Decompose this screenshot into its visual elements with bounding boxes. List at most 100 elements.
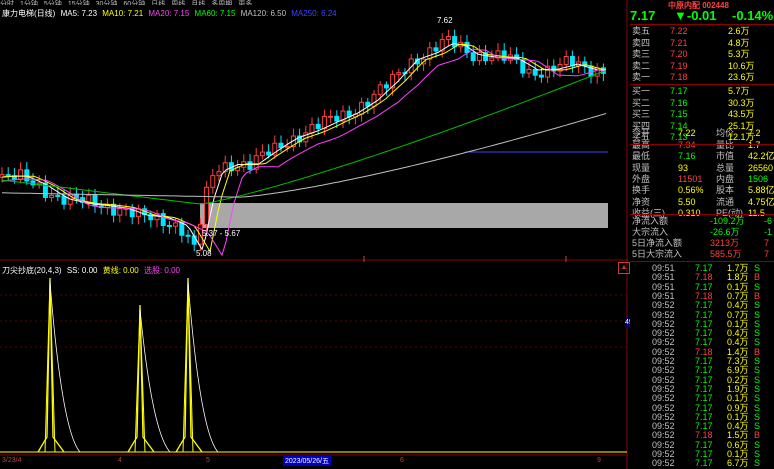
candle-body: [563, 56, 569, 65]
stat-label: 最高: [632, 140, 650, 151]
tick-volume: 6.7万: [727, 458, 749, 469]
bid-row: 买二 7.16 30.3万: [630, 98, 774, 109]
date-axis-start: 3/23/4: [2, 457, 22, 464]
ma-legend-item: MA5: 7.23: [60, 9, 98, 18]
kline-svg[interactable]: [0, 0, 628, 469]
period-tab[interactable]: 月线: [191, 1, 205, 5]
bid-volume: 43.5万: [728, 109, 755, 119]
date-axis-m6: 6: [400, 457, 404, 464]
ask-row: 卖三 7.20 5.3万: [630, 49, 774, 60]
candle-body: [210, 175, 216, 188]
period-tab[interactable]: 分时: [0, 1, 14, 5]
ask-label: 卖三: [632, 49, 651, 59]
ma-legend-item: MA120: 6.50: [238, 9, 287, 18]
stat-label: 最低: [632, 151, 651, 161]
candle-body: [216, 171, 222, 177]
price-change: ▼-0.01: [674, 8, 717, 23]
candle-body: [501, 50, 507, 61]
flow-row: 5日净流入额 3213万 7: [630, 238, 774, 249]
tick-time: 09:52: [652, 458, 675, 469]
quote-panel: 中原内配 002448 7.17 ▼-0.01 -0.14% 卖五 7.22 2.6…: [630, 0, 774, 469]
ask-volume: 5.3万: [728, 49, 750, 59]
stat-label: 均价: [716, 128, 735, 138]
ma-legend-item: MA10: 7.21: [100, 9, 144, 18]
stat-value: 5.50: [678, 196, 696, 207]
stat-label: 内盘: [716, 174, 735, 184]
divider: [630, 144, 774, 145]
stat-row: 净资 5.50 流通 4.75亿: [630, 197, 774, 208]
period-tab[interactable]: 更多: [238, 1, 252, 5]
sub-legend: 刀尖抄底(20,4,3) SS: 0.00 黄线: 0.00 选股: 0.00: [2, 265, 180, 276]
candle-body: [49, 194, 55, 198]
stat-row: 最低 7.16 市值 42.2亿: [630, 151, 774, 162]
ma-legend-item: MA20: 7.15: [146, 9, 190, 18]
divider: [630, 261, 774, 262]
bid-label: 买三: [632, 109, 651, 119]
candle-body: [18, 169, 24, 180]
stat-value: 42.2亿: [748, 151, 774, 161]
date-axis-m9: 9: [597, 457, 601, 464]
stat-label: 现量: [632, 162, 651, 173]
candle-body: [61, 195, 67, 205]
date-axis-m4: 4: [118, 457, 122, 464]
current-price: 7.17: [630, 8, 656, 23]
period-tab[interactable]: 周线: [171, 1, 185, 5]
price-zone-box: [200, 203, 608, 228]
main-legend: 康力电梯(日线) MA5: 7.23 MA10: 7.21 MA20: 7.15…: [2, 8, 337, 19]
candle-body: [445, 36, 451, 41]
candle-body: [117, 208, 123, 216]
candle-body: [179, 222, 185, 236]
candle-body: [452, 36, 458, 48]
period-tab[interactable]: 1分钟: [20, 1, 38, 5]
ask-label: 卖二: [632, 60, 651, 71]
period-tab[interactable]: 30分钟: [96, 1, 118, 5]
ask-row: 卖一 7.18 23.6万: [630, 72, 774, 83]
tick-price: 7.17: [695, 458, 713, 469]
bid-volume: 5.7万: [728, 86, 750, 96]
kline-chart-area[interactable]: 分时 1分钟 5分钟 15分钟 30分钟 60分钟 日线 周线 月线 多周期 更多 康力电梯(日线)…: [0, 0, 649, 469]
stat-label: 净资: [632, 196, 651, 207]
stat-value: 7.16: [678, 151, 696, 161]
ma120-line: [1, 113, 607, 198]
ask-volume: 10.6万: [728, 60, 755, 71]
ma-legend-item: MA60: 7.15: [192, 9, 236, 18]
period-tab[interactable]: 60分钟: [123, 1, 145, 5]
candle-body: [204, 186, 210, 225]
ask-price: 7.20: [670, 49, 688, 59]
high-price-annotation: 7.62: [437, 16, 453, 25]
period-tab[interactable]: 15分钟: [68, 1, 90, 5]
candle-body: [377, 84, 383, 95]
period-tab[interactable]: 多周期: [211, 1, 232, 5]
stat-label: 流通: [716, 196, 735, 207]
candle-body: [55, 194, 61, 197]
divider: [630, 24, 774, 25]
sub-legend-item: SS: 0.00: [66, 266, 98, 275]
stat-row: 最高 7.34 量比 1.7: [630, 140, 774, 151]
sub-legend-title: 刀尖抄底(20,4,3): [2, 266, 62, 275]
ask-label: 卖五: [632, 26, 651, 36]
ask-price: 7.22: [670, 26, 688, 36]
period-tab[interactable]: 5分钟: [44, 1, 62, 5]
candle-body: [489, 57, 495, 62]
period-tab[interactable]: 日线: [151, 1, 165, 5]
candle-body: [321, 115, 327, 129]
stat-row: 现量 93 总量 26560: [630, 163, 774, 174]
flow-row: 净流入额 -109.2万 -6: [630, 216, 774, 227]
stat-value: 7.34: [678, 140, 696, 151]
bid-volume: 30.3万: [728, 97, 755, 108]
sub-legend-items: SS: 0.00 黄线: 0.00 选股: 0.00: [64, 266, 180, 275]
ask-label: 卖一: [632, 72, 651, 82]
ma-legend-item: MA250: 6.24: [289, 9, 337, 18]
candle-body: [433, 47, 439, 52]
stat-value: 26560: [748, 162, 774, 173]
ask-price: 7.21: [670, 37, 688, 48]
ask-row: 卖二 7.19 10.6万: [630, 61, 774, 72]
stat-label: 总量: [716, 162, 735, 173]
stat-value: 93: [678, 162, 689, 173]
bid-label: 买二: [632, 97, 651, 108]
tick-row: 09:52 7.17 6.7万 S: [630, 458, 774, 469]
stat-value: 4.75亿: [748, 196, 774, 207]
candle-body: [532, 68, 538, 76]
stat-value: 5.88亿: [748, 185, 774, 195]
bid-price: 7.15: [670, 109, 688, 119]
